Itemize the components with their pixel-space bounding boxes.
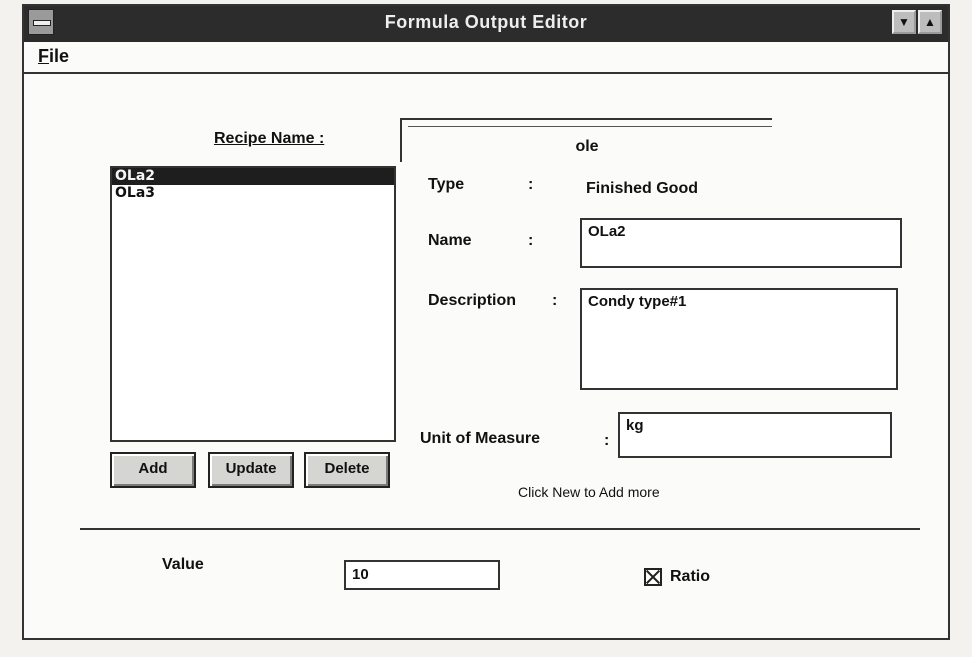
description-label: Description xyxy=(428,292,517,309)
type-value: Finished Good xyxy=(586,180,698,197)
maximize-icon[interactable]: ▲ xyxy=(918,10,942,34)
formula-output-editor-window: Formula Output Editor ▼ ▲ File Recipe Na… xyxy=(22,4,950,640)
recipe-name-label: Recipe Name : xyxy=(214,130,325,147)
file-label-rest: ile xyxy=(49,46,70,66)
recipe-name-value: ole xyxy=(575,138,599,155)
title-bar: Formula Output Editor ▼ ▲ xyxy=(24,6,948,42)
list-item-ola3[interactable]: OLa3 xyxy=(112,185,394,202)
delete-button[interactable]: Delete xyxy=(304,452,390,488)
type-label: Type xyxy=(428,176,465,193)
unit-of-measure-label: Unit of Measure xyxy=(420,430,541,447)
value-label: Value xyxy=(162,556,204,573)
ratio-checkbox[interactable] xyxy=(644,568,662,586)
divider xyxy=(80,528,920,530)
name-label: Name xyxy=(428,232,472,249)
name-colon: : xyxy=(528,232,534,249)
file-mnemonic: F xyxy=(38,46,49,66)
add-more-hint: Click New to Add more xyxy=(518,484,660,500)
minimize-icon[interactable]: ▼ xyxy=(892,10,916,34)
unit-of-measure-field[interactable]: kg xyxy=(618,412,892,458)
value-field[interactable]: 10 xyxy=(344,560,500,590)
name-field[interactable]: OLa2 xyxy=(580,218,902,268)
menu-file[interactable]: File xyxy=(38,46,69,67)
recipe-name-field[interactable]: ole xyxy=(400,118,772,162)
type-colon: : xyxy=(528,176,534,193)
description-colon: : xyxy=(552,292,558,309)
add-button[interactable]: Add xyxy=(110,452,196,488)
update-button[interactable]: Update xyxy=(208,452,294,488)
window-title: Formula Output Editor xyxy=(384,12,588,32)
output-listbox[interactable]: OLa2 OLa3 xyxy=(110,166,396,442)
uom-colon: : xyxy=(604,432,610,449)
menu-bar: File xyxy=(24,42,948,74)
list-item-ola2[interactable]: OLa2 xyxy=(112,168,394,185)
description-field[interactable]: Condy type#1 xyxy=(580,288,898,390)
ratio-label: Ratio xyxy=(670,568,710,585)
